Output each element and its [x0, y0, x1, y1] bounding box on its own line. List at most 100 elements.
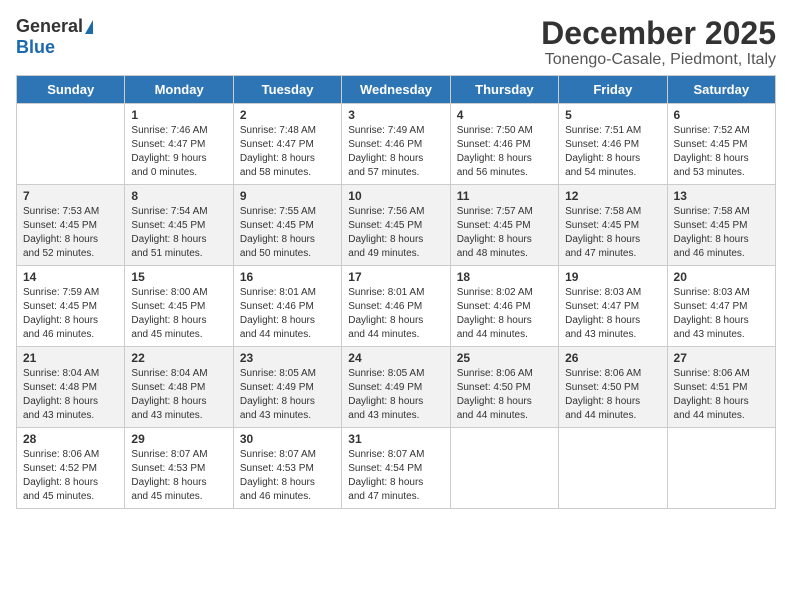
calendar-table: SundayMondayTuesdayWednesdayThursdayFrid…	[16, 75, 776, 509]
day-info: Sunrise: 7:46 AM Sunset: 4:47 PM Dayligh…	[131, 124, 226, 180]
day-info: Sunrise: 7:51 AM Sunset: 4:46 PM Dayligh…	[565, 124, 660, 180]
day-info: Sunrise: 8:07 AM Sunset: 4:53 PM Dayligh…	[240, 448, 335, 504]
calendar-cell: 7 Sunrise: 7:53 AM Sunset: 4:45 PM Daylig…	[17, 185, 125, 266]
day-info: Sunrise: 8:00 AM Sunset: 4:45 PM Dayligh…	[131, 286, 226, 342]
day-info: Sunrise: 7:56 AM Sunset: 4:45 PM Dayligh…	[348, 205, 443, 261]
calendar-week-row: 1 Sunrise: 7:46 AM Sunset: 4:47 PM Daylig…	[17, 104, 776, 185]
calendar-cell: 18 Sunrise: 8:02 AM Sunset: 4:46 PM Dayli…	[450, 266, 558, 347]
calendar-cell: 17 Sunrise: 8:01 AM Sunset: 4:46 PM Dayli…	[342, 266, 450, 347]
calendar-cell: 30 Sunrise: 8:07 AM Sunset: 4:53 PM Dayli…	[233, 428, 341, 509]
calendar-cell: 23Sunrise: 8:05 AM Sunset: 4:49 PM Dayli…	[233, 347, 341, 428]
day-info: Sunrise: 7:54 AM Sunset: 4:45 PM Dayligh…	[131, 205, 226, 261]
calendar-cell	[17, 104, 125, 185]
calendar-cell: 31 Sunrise: 8:07 AM Sunset: 4:54 PM Dayli…	[342, 428, 450, 509]
day-info: Sunrise: 7:58 AM Sunset: 4:45 PM Dayligh…	[674, 205, 769, 261]
day-info: Sunrise: 7:53 AM Sunset: 4:45 PM Dayligh…	[23, 205, 118, 261]
day-info: Sunrise: 8:03 AM Sunset: 4:47 PM Dayligh…	[674, 286, 769, 342]
day-number: 8	[131, 189, 226, 203]
day-info: Sunrise: 8:05 AM Sunset: 4:49 PM Dayligh…	[348, 367, 443, 423]
weekday-header: Tuesday	[233, 76, 341, 104]
weekday-header: Wednesday	[342, 76, 450, 104]
logo-general-text: General	[16, 16, 83, 37]
calendar-cell: 6 Sunrise: 7:52 AM Sunset: 4:45 PM Daylig…	[667, 104, 775, 185]
day-number: 11	[457, 189, 552, 203]
day-info: Sunrise: 8:07 AM Sunset: 4:54 PM Dayligh…	[348, 448, 443, 504]
day-number: 1	[131, 108, 226, 122]
day-number: 28	[23, 432, 118, 446]
weekday-header: Saturday	[667, 76, 775, 104]
day-number: 5	[565, 108, 660, 122]
day-number: 17	[348, 270, 443, 284]
day-number: 19	[565, 270, 660, 284]
weekday-header: Thursday	[450, 76, 558, 104]
calendar-cell: 13 Sunrise: 7:58 AM Sunset: 4:45 PM Dayli…	[667, 185, 775, 266]
calendar-cell: 29Sunrise: 8:07 AM Sunset: 4:53 PM Dayli…	[125, 428, 233, 509]
calendar-cell	[667, 428, 775, 509]
calendar-cell: 9Sunrise: 7:55 AM Sunset: 4:45 PM Daylig…	[233, 185, 341, 266]
calendar-cell: 26Sunrise: 8:06 AM Sunset: 4:50 PM Dayli…	[559, 347, 667, 428]
calendar-cell: 14 Sunrise: 7:59 AM Sunset: 4:45 PM Dayli…	[17, 266, 125, 347]
day-info: Sunrise: 8:02 AM Sunset: 4:46 PM Dayligh…	[457, 286, 552, 342]
day-info: Sunrise: 8:04 AM Sunset: 4:48 PM Dayligh…	[23, 367, 118, 423]
calendar-week-row: 14 Sunrise: 7:59 AM Sunset: 4:45 PM Dayli…	[17, 266, 776, 347]
logo-triangle-icon	[85, 20, 93, 34]
day-number: 7	[23, 189, 118, 203]
day-number: 27	[674, 351, 769, 365]
calendar-cell: 10 Sunrise: 7:56 AM Sunset: 4:45 PM Dayli…	[342, 185, 450, 266]
logo: General Blue	[16, 16, 93, 58]
day-number: 31	[348, 432, 443, 446]
calendar-cell: 19 Sunrise: 8:03 AM Sunset: 4:47 PM Dayli…	[559, 266, 667, 347]
day-number: 25	[457, 351, 552, 365]
month-title: December 2025	[541, 16, 776, 51]
weekday-header: Friday	[559, 76, 667, 104]
day-info: Sunrise: 7:50 AM Sunset: 4:46 PM Dayligh…	[457, 124, 552, 180]
day-number: 26	[565, 351, 660, 365]
day-info: Sunrise: 8:01 AM Sunset: 4:46 PM Dayligh…	[240, 286, 335, 342]
day-number: 6	[674, 108, 769, 122]
day-number: 10	[348, 189, 443, 203]
day-number: 12	[565, 189, 660, 203]
day-info: Sunrise: 8:05 AM Sunset: 4:49 PM Dayligh…	[240, 367, 335, 423]
day-number: 21	[23, 351, 118, 365]
day-number: 4	[457, 108, 552, 122]
day-number: 2	[240, 108, 335, 122]
calendar-cell: 24Sunrise: 8:05 AM Sunset: 4:49 PM Dayli…	[342, 347, 450, 428]
day-number: 30	[240, 432, 335, 446]
calendar-cell: 5 Sunrise: 7:51 AM Sunset: 4:46 PM Daylig…	[559, 104, 667, 185]
calendar-cell: 16Sunrise: 8:01 AM Sunset: 4:46 PM Dayli…	[233, 266, 341, 347]
page-header: General Blue December 2025 Tonengo-Casal…	[16, 16, 776, 69]
calendar-cell: 28 Sunrise: 8:06 AM Sunset: 4:52 PM Dayli…	[17, 428, 125, 509]
day-number: 18	[457, 270, 552, 284]
calendar-cell: 22Sunrise: 8:04 AM Sunset: 4:48 PM Dayli…	[125, 347, 233, 428]
day-info: Sunrise: 7:48 AM Sunset: 4:47 PM Dayligh…	[240, 124, 335, 180]
day-info: Sunrise: 8:04 AM Sunset: 4:48 PM Dayligh…	[131, 367, 226, 423]
day-info: Sunrise: 8:01 AM Sunset: 4:46 PM Dayligh…	[348, 286, 443, 342]
calendar-cell: 21 Sunrise: 8:04 AM Sunset: 4:48 PM Dayli…	[17, 347, 125, 428]
day-number: 3	[348, 108, 443, 122]
calendar-cell	[450, 428, 558, 509]
calendar-cell: 25 Sunrise: 8:06 AM Sunset: 4:50 PM Dayli…	[450, 347, 558, 428]
calendar-cell: 8 Sunrise: 7:54 AM Sunset: 4:45 PM Daylig…	[125, 185, 233, 266]
day-info: Sunrise: 7:49 AM Sunset: 4:46 PM Dayligh…	[348, 124, 443, 180]
location-title: Tonengo-Casale, Piedmont, Italy	[541, 51, 776, 69]
calendar-cell: 12Sunrise: 7:58 AM Sunset: 4:45 PM Dayli…	[559, 185, 667, 266]
day-number: 13	[674, 189, 769, 203]
day-info: Sunrise: 8:06 AM Sunset: 4:52 PM Dayligh…	[23, 448, 118, 504]
day-number: 29	[131, 432, 226, 446]
day-info: Sunrise: 7:52 AM Sunset: 4:45 PM Dayligh…	[674, 124, 769, 180]
day-number: 14	[23, 270, 118, 284]
calendar-week-row: 7 Sunrise: 7:53 AM Sunset: 4:45 PM Daylig…	[17, 185, 776, 266]
weekday-header: Monday	[125, 76, 233, 104]
calendar-week-row: 21 Sunrise: 8:04 AM Sunset: 4:48 PM Dayli…	[17, 347, 776, 428]
logo-blue-text: Blue	[16, 37, 55, 58]
calendar-week-row: 28 Sunrise: 8:06 AM Sunset: 4:52 PM Dayli…	[17, 428, 776, 509]
day-info: Sunrise: 7:57 AM Sunset: 4:45 PM Dayligh…	[457, 205, 552, 261]
calendar-cell: 2 Sunrise: 7:48 AM Sunset: 4:47 PM Daylig…	[233, 104, 341, 185]
calendar-cell: 3 Sunrise: 7:49 AM Sunset: 4:46 PM Daylig…	[342, 104, 450, 185]
day-info: Sunrise: 7:59 AM Sunset: 4:45 PM Dayligh…	[23, 286, 118, 342]
calendar-cell: 15Sunrise: 8:00 AM Sunset: 4:45 PM Dayli…	[125, 266, 233, 347]
day-info: Sunrise: 7:55 AM Sunset: 4:45 PM Dayligh…	[240, 205, 335, 261]
day-info: Sunrise: 8:06 AM Sunset: 4:50 PM Dayligh…	[457, 367, 552, 423]
day-info: Sunrise: 8:03 AM Sunset: 4:47 PM Dayligh…	[565, 286, 660, 342]
calendar-cell: 4 Sunrise: 7:50 AM Sunset: 4:46 PM Daylig…	[450, 104, 558, 185]
